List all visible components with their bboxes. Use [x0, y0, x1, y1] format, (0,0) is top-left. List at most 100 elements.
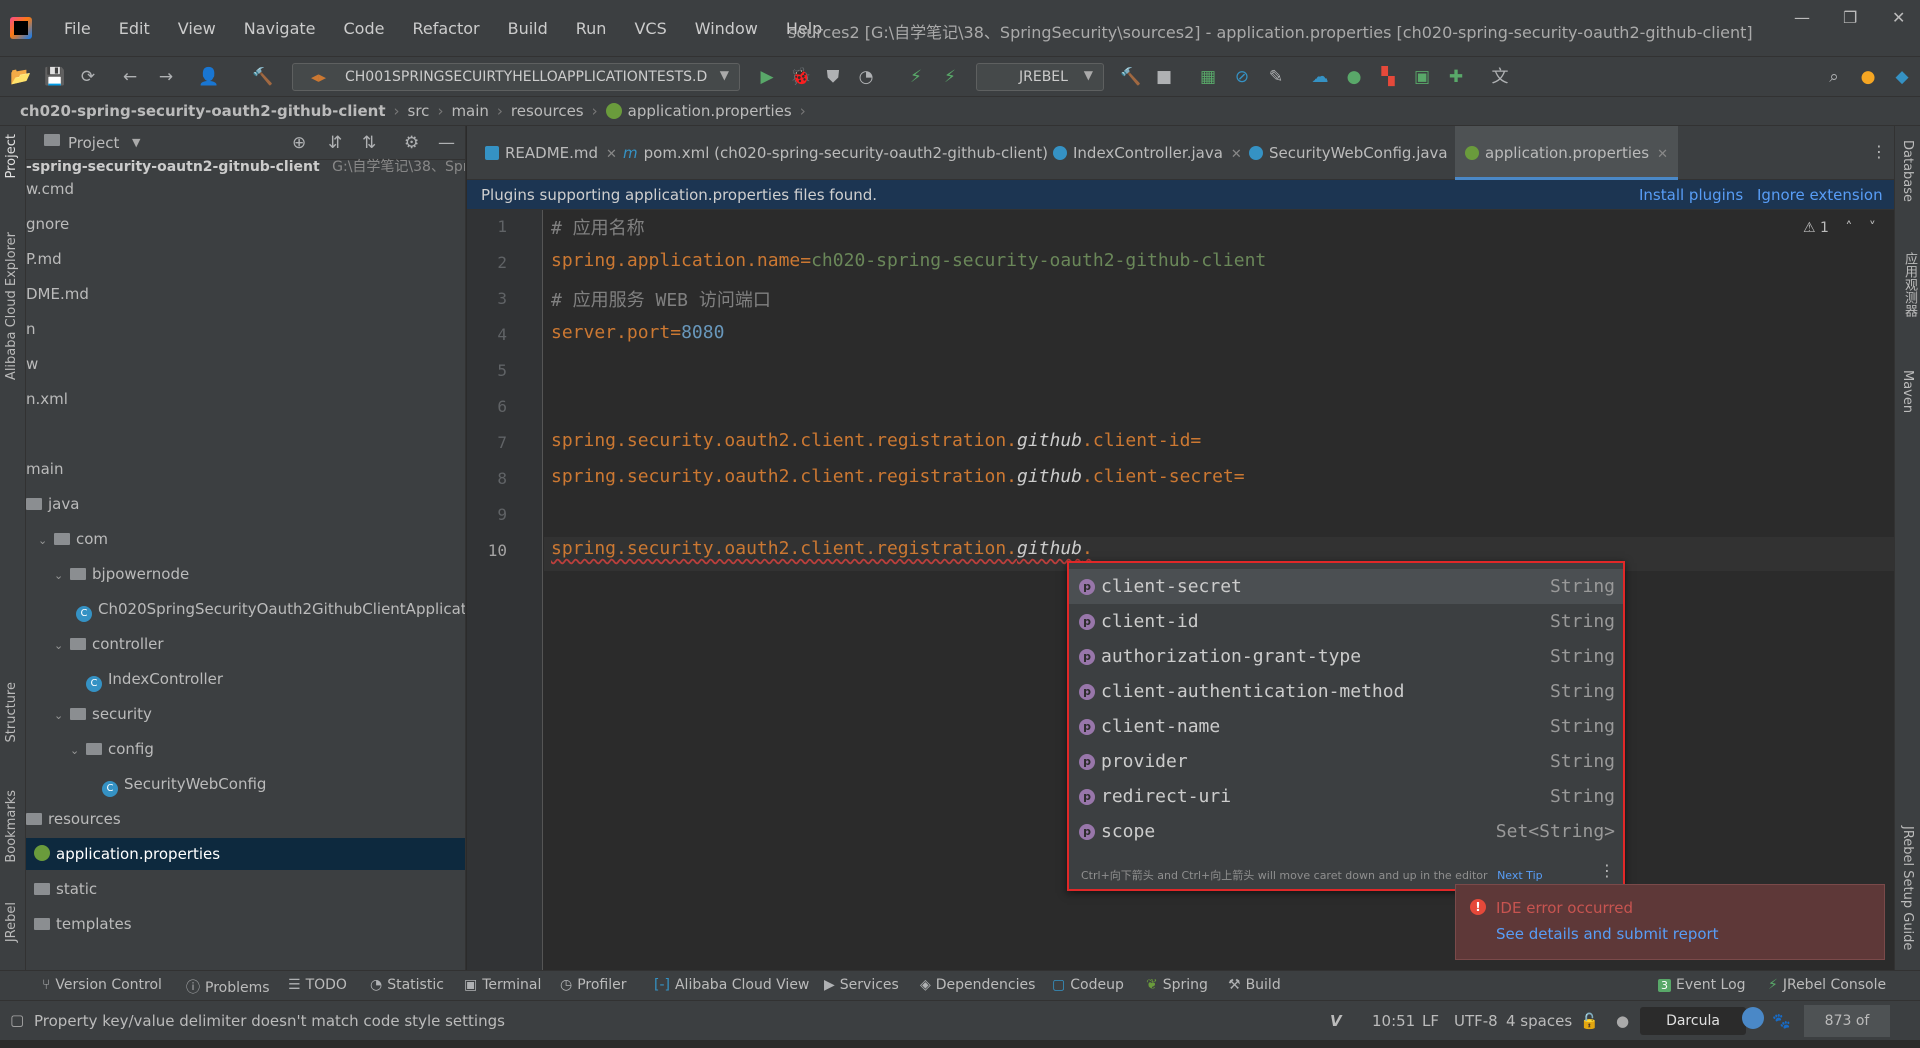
inspection-widget[interactable]: ⚠ 1 ˄ ˅ [1803, 220, 1876, 236]
completion-item[interactable]: p client-name String [1069, 709, 1623, 744]
tree-item[interactable]: ⌄ config [26, 733, 465, 767]
breadcrumb-main[interactable]: main [451, 102, 488, 120]
status-window-icon[interactable]: ▢ [10, 1011, 24, 1029]
chevron-down-icon[interactable]: ⌄ [70, 735, 86, 767]
run-config-select[interactable]: ◂▸ CH001SPRINGSECUIRTYHELLOAPPLICATIONTE… [292, 63, 740, 91]
chevron-down-icon[interactable]: ⌄ [54, 700, 70, 732]
tree-item[interactable]: resources [26, 803, 465, 835]
forward-icon[interactable]: → [156, 67, 176, 87]
tool-tab-project[interactable]: Project [4, 134, 19, 178]
chevron-down-icon[interactable]: ⌄ [54, 560, 70, 592]
tool-build[interactable]: ⚒ Build [1228, 977, 1281, 993]
locate-icon[interactable]: ⊕ [292, 133, 306, 153]
tool-tab-bookmarks[interactable]: Bookmarks [4, 790, 19, 863]
chevron-down-icon[interactable]: ▼ [132, 136, 140, 149]
menu-edit[interactable]: Edit [105, 19, 164, 38]
tool-tab-app-observer[interactable]: 应用观测器 [1900, 252, 1919, 317]
menu-refactor[interactable]: Refactor [398, 19, 493, 38]
completion-item[interactable]: p client-secret String [1069, 569, 1623, 604]
no-entry-icon[interactable]: ⊘ [1232, 67, 1252, 87]
gear-icon[interactable]: ⚙ [404, 133, 419, 153]
tab-pom-xml[interactable]: m pom.xml (ch020-spring-security-oauth2-g… [613, 126, 1077, 180]
jrebel-debug-icon[interactable]: ⚡ [940, 67, 960, 87]
jetbrains-icon[interactable]: ◆ [1892, 67, 1912, 87]
grid-icon[interactable]: ▚ [1378, 67, 1398, 87]
menu-code[interactable]: Code [330, 19, 399, 38]
tool-tab-database[interactable]: Database [1900, 140, 1915, 202]
stop-icon[interactable]: ■ [1154, 67, 1174, 87]
tree-item[interactable]: C IndexController [26, 663, 465, 695]
tab-readme[interactable]: README.md ✕ [475, 126, 627, 180]
jrebel-run-icon[interactable]: ⚡ [906, 67, 926, 87]
tool-version-control[interactable]: ⑂ Version Control [42, 977, 162, 993]
close-icon[interactable]: ✕ [1657, 147, 1668, 162]
tool-todo[interactable]: ☰ TODO [288, 977, 347, 993]
tool-jrebel-console[interactable]: ⚡ JRebel Console [1768, 977, 1886, 993]
tree-item[interactable]: DME.md [26, 278, 465, 310]
update-icon[interactable]: ● [1858, 67, 1878, 87]
collapse-all-icon[interactable]: ⇅ [362, 133, 376, 153]
inspection-icon[interactable]: ● [1616, 1012, 1629, 1030]
back-icon[interactable]: ← [120, 67, 140, 87]
completion-item[interactable]: p authorization-grant-type String [1069, 639, 1623, 674]
dot-icon[interactable]: ● [1344, 67, 1364, 87]
tab-index-controller[interactable]: IndexController.java ✕ [1043, 126, 1252, 180]
tree-item[interactable]: ⌄ com [26, 523, 465, 555]
breadcrumb-resources[interactable]: resources [511, 102, 584, 120]
submit-report-link[interactable]: See details and submit report [1496, 925, 1719, 943]
menu-run[interactable]: Run [562, 19, 621, 38]
project-view-selector[interactable]: Project [68, 134, 119, 152]
tree-item[interactable]: w [26, 348, 465, 380]
tree-item[interactable]: ⌄ controller [26, 628, 465, 662]
caret-position[interactable]: 10:51 [1372, 1012, 1415, 1030]
completion-item[interactable]: p client-authentication-method String [1069, 674, 1623, 709]
expand-all-icon[interactable]: ⇵ [328, 133, 342, 153]
tool-profiler[interactable]: ◷ Profiler [560, 977, 627, 993]
hide-icon[interactable]: — [438, 133, 455, 153]
lock-icon[interactable]: 🔓 [1580, 1012, 1599, 1030]
menu-view[interactable]: View [164, 19, 230, 38]
theme-selector[interactable]: Darcula [1640, 1007, 1746, 1035]
tool-spring[interactable]: ❦ Spring [1146, 977, 1208, 993]
completion-item[interactable]: p provider String [1069, 744, 1623, 779]
tool-tab-jrebel[interactable]: JRebel [4, 902, 19, 942]
tree-item[interactable]: n.xml [26, 383, 465, 415]
tool-alibaba-cloud-view[interactable]: [-] Alibaba Cloud View [654, 977, 809, 993]
vim-icon[interactable]: V [1330, 1012, 1342, 1030]
tree-item[interactable]: application.properties [26, 838, 465, 870]
file-encoding[interactable]: UTF-8 [1454, 1012, 1498, 1030]
paw-icon[interactable]: 🐾 [1772, 1012, 1791, 1030]
more-options-icon[interactable]: ⋮ [1599, 861, 1615, 880]
minimize-icon[interactable]: — [1794, 8, 1810, 27]
tool-services[interactable]: ▶ Services [824, 977, 899, 993]
breadcrumb-project[interactable]: ch020-spring-security-oauth2-github-clie… [20, 102, 386, 120]
layout-icon[interactable]: ▣ [1412, 67, 1432, 87]
tool-problems[interactable]: ⓘ Problems [186, 977, 270, 997]
tree-item[interactable]: C Ch020SpringSecurityOauth2GithubClientAp… [26, 593, 465, 625]
save-icon[interactable]: 💾 [44, 67, 65, 87]
menu-vcs[interactable]: VCS [620, 19, 680, 38]
completion-item[interactable]: p client-id String [1069, 604, 1623, 639]
pen-icon[interactable]: ✎ [1266, 67, 1286, 87]
memory-indicator[interactable]: 873 of 2048M [1804, 1005, 1890, 1048]
indent-setting[interactable]: 4 spaces [1506, 1012, 1572, 1030]
open-folder-icon[interactable]: 📂 [10, 67, 31, 87]
tool-event-log[interactable]: 3 Event Log [1658, 977, 1746, 993]
chevron-down-icon[interactable]: ⌄ [54, 630, 70, 662]
jrebel-select[interactable]: JREBEL ▼ [976, 63, 1104, 91]
completion-item[interactable]: p scope Set<String> [1069, 814, 1623, 849]
run-icon[interactable]: ▶ [757, 67, 777, 87]
tree-item[interactable]: static [26, 873, 465, 905]
translate-icon[interactable]: 文 [1490, 67, 1510, 87]
sync-icon[interactable]: ⟳ [78, 67, 98, 87]
breadcrumb-file[interactable]: application.properties [628, 102, 792, 120]
chart-icon[interactable]: ▦ [1198, 67, 1218, 87]
tool-statistic[interactable]: ◔ Statistic [370, 977, 444, 993]
line-separator[interactable]: LF [1422, 1012, 1439, 1030]
completion-item[interactable]: p redirect-uri String [1069, 779, 1623, 814]
tree-item[interactable]: main [26, 453, 465, 485]
cloud-icon[interactable]: ☁ [1310, 67, 1330, 87]
tool-tab-jrebel-setup-guide[interactable]: JRebel Setup Guide [1900, 826, 1915, 950]
menu-window[interactable]: Window [681, 19, 772, 38]
build-hammer-icon[interactable]: 🔨 [252, 67, 273, 87]
